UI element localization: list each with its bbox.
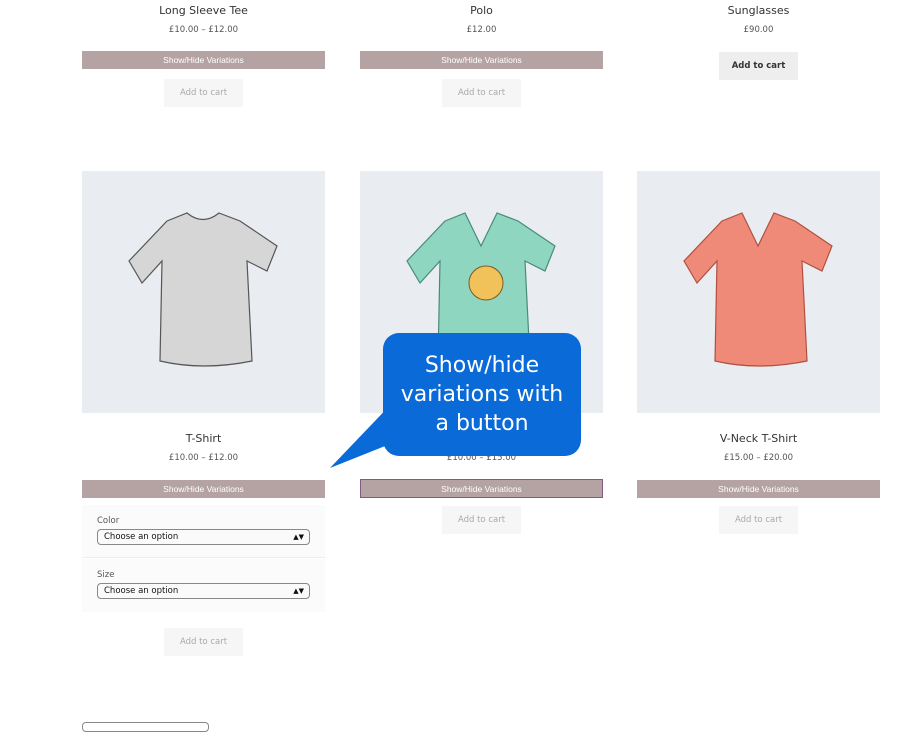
product-title[interactable]: V-Neck T-Shirt [637,432,880,445]
variation-label: Size [97,570,115,580]
add-to-cart-button[interactable]: Add to cart [164,628,243,656]
show-hide-variations-button[interactable]: Show/Hide Variations [82,51,325,69]
color-select[interactable]: Choose an option ▲▼ [97,529,310,545]
select-arrows-icon: ▲▼ [293,533,304,541]
variation-label: Color [97,516,120,526]
show-hide-variations-button[interactable]: Show/Hide Variations [82,480,325,498]
callout-line: variations with [400,382,564,407]
show-hide-variations-button[interactable]: Show/Hide Variations [360,479,603,498]
v-neck-shirt-image [683,212,833,367]
product-price: £90.00 [743,25,774,35]
add-to-cart-button[interactable]: Add to cart [164,79,243,107]
show-hide-variations-button[interactable]: Show/Hide Variations [360,51,603,69]
variation-size: Size Choose an option ▲▼ [82,559,325,612]
product-title[interactable]: Polo [360,4,603,17]
product-price: £12.00 [466,25,497,35]
callout-annotation: Show/hide variations with a button [383,333,581,456]
add-to-cart-button[interactable]: Add to cart [442,79,521,107]
size-select[interactable]: Choose an option ▲▼ [97,583,310,599]
product-title[interactable]: T-Shirt [82,432,325,445]
add-to-cart-button[interactable]: Add to cart [719,52,798,80]
callout-line: Show/hide [424,353,540,378]
add-to-cart-button[interactable]: Add to cart [719,506,798,534]
product-title[interactable]: Long Sleeve Tee [82,4,325,17]
select-value: Choose an option [104,532,179,542]
product-price: £10.00 – £12.00 [168,453,239,463]
add-to-cart-button[interactable]: Add to cart [442,506,521,534]
sort-select[interactable] [82,722,209,732]
product-image[interactable] [637,171,880,413]
select-value: Choose an option [104,586,179,596]
select-arrows-icon: ▲▼ [293,587,304,595]
product-price: £15.00 – £20.00 [723,453,794,463]
show-hide-variations-button[interactable]: Show/Hide Variations [637,480,880,498]
callout-line: a button [435,411,529,436]
variation-color: Color Choose an option ▲▼ [82,505,325,558]
product-price: £10.00 – £12.00 [168,25,239,35]
product-image[interactable] [82,171,325,413]
product-title[interactable]: Sunglasses [637,4,880,17]
t-shirt-image [128,212,278,367]
